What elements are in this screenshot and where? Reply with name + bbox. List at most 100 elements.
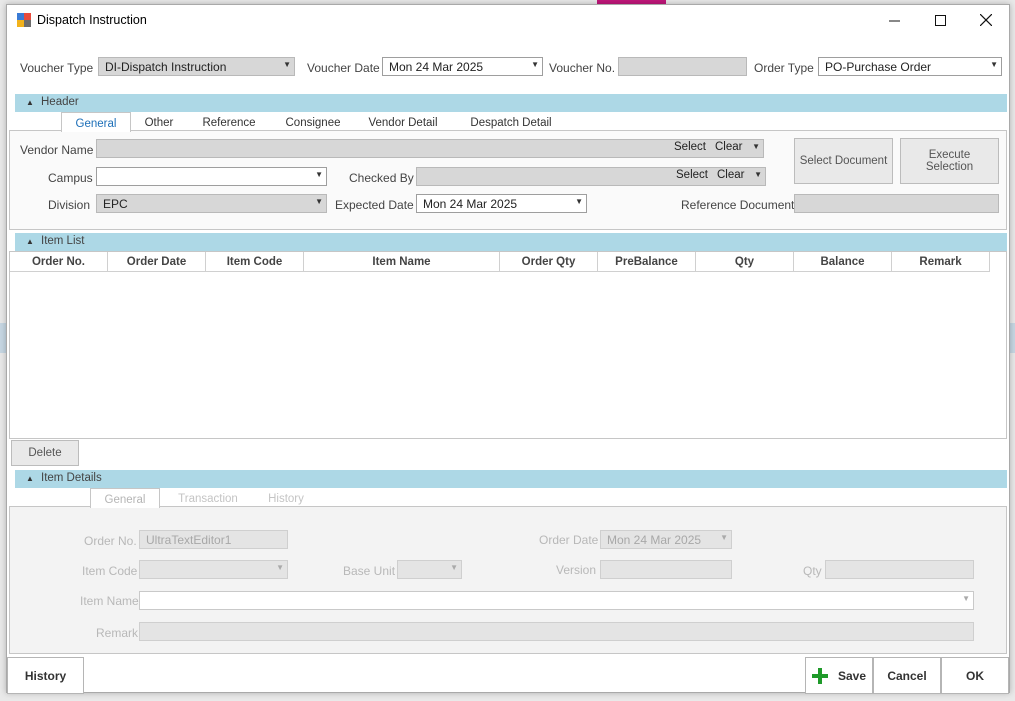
chevron-down-icon: ▼ [315, 170, 323, 179]
tab-despatch-detail[interactable]: Despatch Detail [457, 112, 565, 132]
maximize-icon [934, 14, 946, 26]
item-code-label: Item Code [82, 564, 138, 578]
ok-button[interactable]: OK [941, 657, 1009, 694]
campus-label: Campus [48, 171, 93, 185]
voucher-type-label: Voucher Type [20, 61, 94, 75]
title-bar: Dispatch Instruction [7, 5, 1009, 35]
tab-item-general[interactable]: General [90, 488, 160, 508]
expected-date-label: Expected Date [335, 198, 414, 212]
qty-label: Qty [803, 564, 822, 578]
window-title: Dispatch Instruction [37, 13, 147, 27]
base-unit-dropdown[interactable]: ▼ [397, 560, 462, 579]
order-type-dropdown[interactable]: PO-Purchase Order ▼ [818, 57, 1002, 76]
maximize-button[interactable] [917, 5, 963, 35]
column-header-item-name[interactable]: Item Name [304, 252, 500, 272]
vendor-clear-link[interactable]: Clear [715, 141, 742, 153]
chevron-down-icon: ▼ [752, 142, 760, 151]
execute-selection-button[interactable]: Execute Selection [900, 138, 999, 184]
column-header-item-code[interactable]: Item Code [206, 252, 304, 272]
vendor-name-field[interactable]: Select Clear ▼ [96, 139, 764, 158]
item-list-section-toggle[interactable]: ▲ Item List [15, 233, 1007, 251]
order-type-label: Order Type [754, 61, 814, 75]
chevron-down-icon: ▼ [315, 197, 323, 206]
qty-field[interactable] [825, 560, 974, 579]
column-header-order-no[interactable]: Order No. [10, 252, 108, 272]
tab-reference[interactable]: Reference [191, 112, 267, 132]
tab-consignee[interactable]: Consignee [275, 112, 351, 132]
minimize-icon [888, 20, 900, 21]
order-no-field[interactable]: UltraTextEditor1 [139, 530, 288, 549]
version-field[interactable] [600, 560, 732, 579]
reference-document-field[interactable] [794, 194, 999, 213]
tab-item-history[interactable]: History [250, 488, 322, 508]
column-header-qty[interactable]: Qty [696, 252, 794, 272]
order-type-value: PO-Purchase Order [825, 60, 932, 74]
chevron-down-icon: ▼ [276, 563, 284, 572]
voucher-date-value: Mon 24 Mar 2025 [389, 60, 484, 74]
item-name-dropdown[interactable]: ▼ [139, 591, 974, 610]
base-unit-label: Base Unit [343, 564, 396, 578]
close-icon [980, 14, 992, 26]
column-header-order-date[interactable]: Order Date [108, 252, 206, 272]
item-details-section-title: Item Details [41, 472, 102, 484]
chevron-down-icon: ▼ [990, 60, 998, 69]
column-header-remark[interactable]: Remark [892, 252, 990, 272]
column-header-order-qty[interactable]: Order Qty [500, 252, 598, 272]
item-list-grid: Order No. Order Date Item Code Item Name… [9, 251, 1007, 439]
app-icon [17, 13, 31, 27]
header-section-toggle[interactable]: ▲ Header [15, 94, 1007, 112]
item-details-section-toggle[interactable]: ▲ Item Details [15, 470, 1007, 488]
save-button[interactable]: Save [805, 657, 873, 694]
chevron-down-icon: ▼ [575, 197, 583, 206]
remark-field[interactable] [139, 622, 974, 641]
tab-general[interactable]: General [61, 112, 131, 132]
select-document-button[interactable]: Select Document [794, 138, 893, 184]
minimize-button[interactable] [871, 5, 917, 35]
order-date-picker[interactable]: Mon 24 Mar 2025 ▼ [600, 530, 732, 549]
header-tabs: General Other Reference Consignee Vendor… [61, 112, 621, 132]
close-button[interactable] [963, 5, 1009, 35]
voucher-date-picker[interactable]: Mon 24 Mar 2025 ▼ [382, 57, 543, 76]
division-value: EPC [103, 197, 128, 211]
checked-by-select-link[interactable]: Select [676, 169, 708, 181]
voucher-type-value: DI-Dispatch Instruction [105, 60, 227, 74]
checked-by-field[interactable]: Select Clear ▼ [416, 167, 766, 186]
checked-by-label: Checked By [349, 171, 414, 185]
order-no-label: Order No. [84, 534, 137, 548]
dispatch-instruction-window: Dispatch Instruction Voucher Type DI-Dis… [6, 4, 1010, 694]
caret-up-icon: ▲ [26, 98, 34, 107]
expected-date-picker[interactable]: Mon 24 Mar 2025 ▼ [416, 194, 587, 213]
column-header-prebalance[interactable]: PreBalance [598, 252, 696, 272]
item-name-label: Item Name [80, 594, 139, 608]
order-date-value: Mon 24 Mar 2025 [607, 533, 702, 547]
history-button[interactable]: History [7, 657, 84, 694]
plus-icon [811, 667, 828, 684]
vendor-select-link[interactable]: Select [674, 141, 706, 153]
header-section-title: Header [41, 96, 79, 108]
voucher-date-label: Voucher Date [307, 61, 380, 75]
version-label: Version [556, 563, 597, 577]
tab-vendor-detail[interactable]: Vendor Detail [357, 112, 449, 132]
chevron-down-icon: ▼ [754, 170, 762, 179]
order-date-label: Order Date [539, 533, 599, 547]
vendor-name-label: Vendor Name [20, 143, 94, 157]
expected-date-value: Mon 24 Mar 2025 [423, 197, 518, 211]
item-list-section-title: Item List [41, 235, 85, 247]
tab-item-transaction[interactable]: Transaction [168, 488, 248, 508]
chevron-down-icon: ▼ [283, 60, 291, 69]
division-label: Division [48, 198, 91, 212]
voucher-type-dropdown[interactable]: DI-Dispatch Instruction ▼ [98, 57, 295, 76]
column-header-balance[interactable]: Balance [794, 252, 892, 272]
checked-by-clear-link[interactable]: Clear [717, 169, 744, 181]
cancel-button[interactable]: Cancel [873, 657, 941, 694]
voucher-no-field[interactable] [618, 57, 747, 76]
delete-button[interactable]: Delete [11, 440, 79, 466]
chevron-down-icon: ▼ [962, 594, 970, 603]
reference-document-label: Reference Document [681, 198, 795, 212]
campus-dropdown[interactable]: ▼ [96, 167, 327, 186]
item-code-dropdown[interactable]: ▼ [139, 560, 288, 579]
tab-other[interactable]: Other [131, 112, 187, 132]
chevron-down-icon: ▼ [720, 533, 728, 542]
division-dropdown[interactable]: EPC ▼ [96, 194, 327, 213]
chevron-down-icon: ▼ [531, 60, 539, 69]
